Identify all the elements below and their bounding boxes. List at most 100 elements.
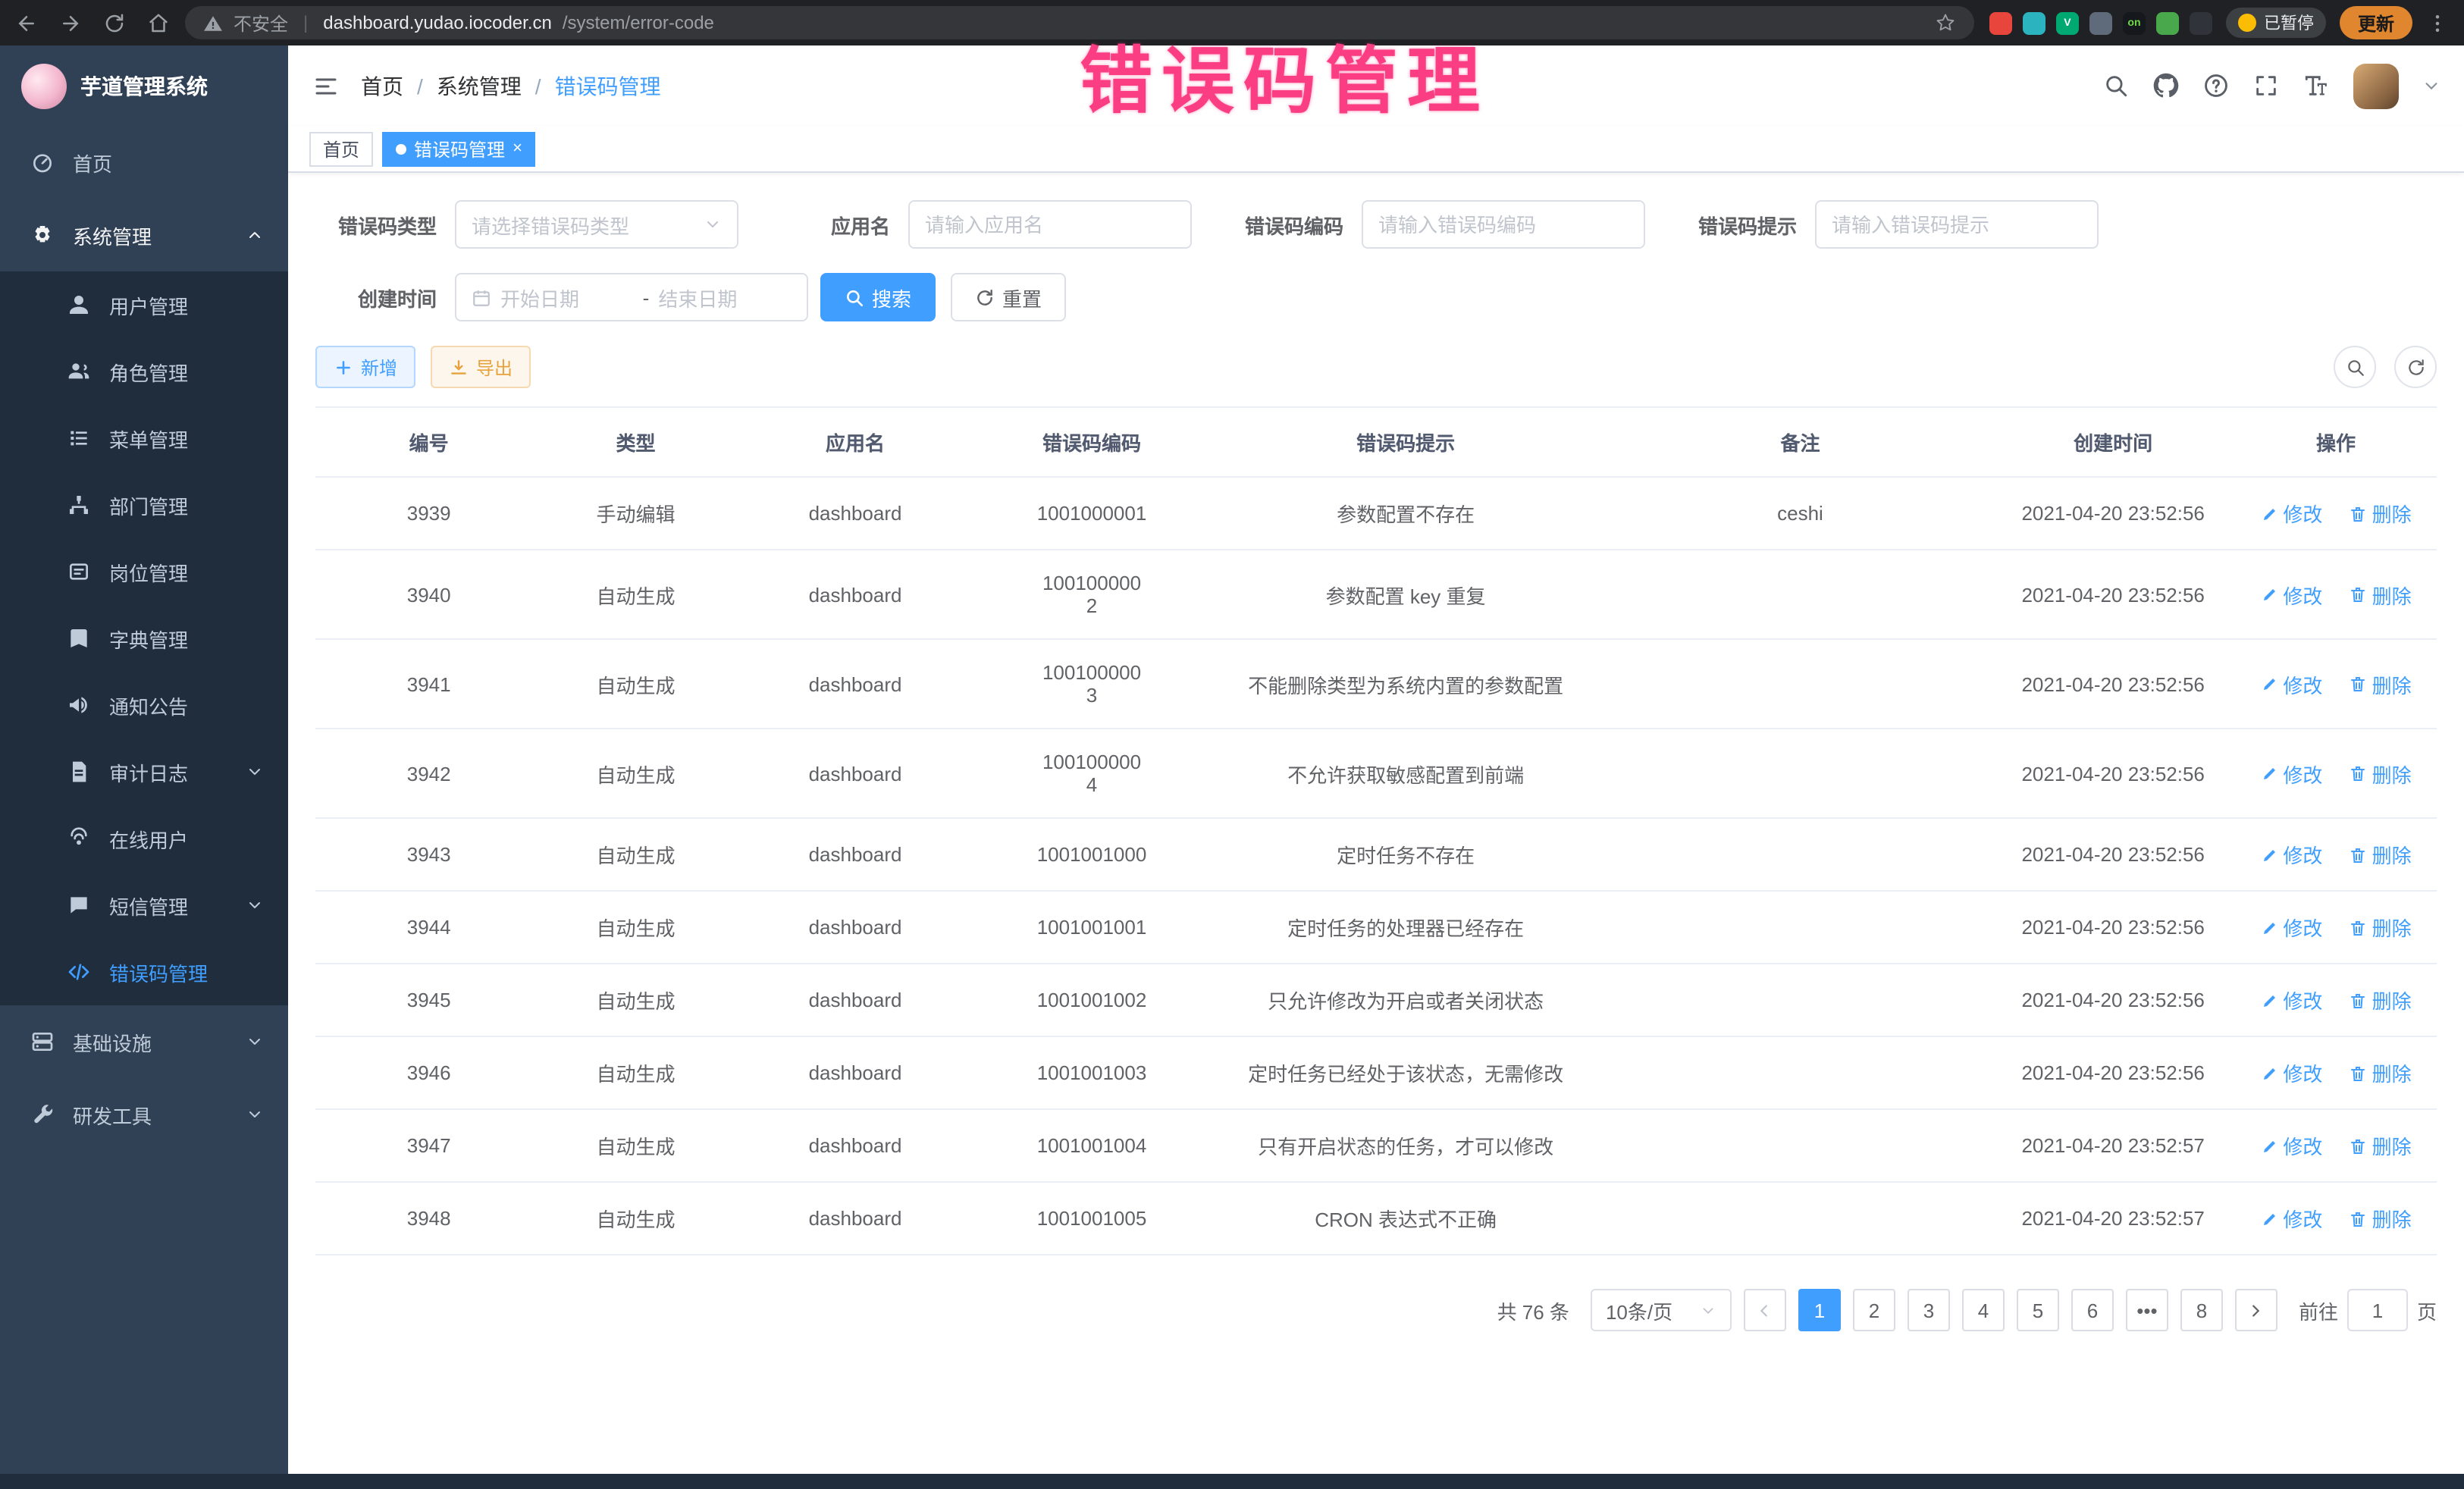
edit-link[interactable]: 修改 (2260, 580, 2322, 609)
breadcrumb-item[interactable]: 首页 (361, 71, 403, 101)
caret-down-icon[interactable] (2423, 77, 2440, 94)
sidebar-item-dept[interactable]: 部门管理 (0, 472, 288, 538)
delete-link[interactable]: 删除 (2350, 986, 2412, 1014)
edit-link[interactable]: 修改 (2260, 499, 2322, 528)
delete-link[interactable]: 删除 (2350, 759, 2412, 788)
hamburger-icon[interactable] (312, 72, 340, 99)
cell-error-hint: 定时任务已经处于该状态，无需修改 (1202, 1036, 1610, 1109)
sidebar-item-audit-log[interactable]: 审计日志 (0, 738, 288, 805)
address-bar[interactable]: 不安全 | dashboard.yudao.iocoder.cn/system/… (185, 6, 1974, 39)
sidebar-item-notice[interactable]: 通知公告 (0, 672, 288, 738)
edit-link[interactable]: 修改 (2260, 1131, 2322, 1160)
app-logo[interactable]: 芋道管理系统 (0, 45, 288, 126)
delete-link[interactable]: 删除 (2350, 840, 2412, 869)
delete-link[interactable]: 删除 (2350, 499, 2412, 528)
user-avatar[interactable] (2353, 63, 2399, 108)
page-number-button[interactable]: 5 (2017, 1289, 2059, 1331)
delete-link[interactable]: 删除 (2350, 1058, 2412, 1087)
sidebar-item-dev-tools[interactable]: 研发工具 (0, 1078, 288, 1151)
page-number-button[interactable]: 3 (1908, 1289, 1950, 1331)
next-page-button[interactable] (2235, 1289, 2277, 1331)
sidebar-item-home[interactable]: 首页 (0, 126, 288, 199)
back-icon[interactable] (15, 11, 38, 34)
page-size-select[interactable]: 10条/页 (1591, 1289, 1732, 1331)
megaphone-icon (67, 693, 91, 717)
breadcrumb-item[interactable]: 系统管理 (437, 71, 522, 101)
edit-link-label: 修改 (2283, 580, 2322, 609)
help-icon[interactable] (2203, 73, 2229, 99)
goto-page-input[interactable] (2347, 1289, 2408, 1331)
search-icon[interactable] (2103, 73, 2129, 99)
sidebar-item-dict[interactable]: 字典管理 (0, 605, 288, 672)
page-size-value: 10条/页 (1606, 1296, 1672, 1324)
page-number-button[interactable]: 4 (1962, 1289, 2005, 1331)
browser-menu-icon[interactable] (2426, 11, 2449, 34)
date-range-picker[interactable]: 开始日期 - 结束日期 (455, 273, 808, 321)
bookmark-star-icon[interactable] (1935, 12, 1956, 33)
delete-link[interactable]: 删除 (2350, 669, 2412, 698)
font-size-icon[interactable] (2303, 73, 2329, 99)
edit-link[interactable]: 修改 (2260, 1204, 2322, 1233)
total-count: 共 76 条 (1497, 1296, 1569, 1324)
add-button[interactable]: 新增 (315, 346, 415, 388)
gear-icon (30, 223, 55, 247)
refresh-icon[interactable] (2394, 346, 2437, 388)
delete-link[interactable]: 删除 (2350, 913, 2412, 942)
error-code-input[interactable] (1378, 213, 1629, 236)
extension-grid-icon[interactable] (2089, 11, 2112, 34)
cell-id: 3948 (315, 1182, 542, 1255)
error-hint-input[interactable] (1832, 213, 2082, 236)
page-number-button[interactable]: 2 (1853, 1289, 1895, 1331)
extension-puzzle-icon[interactable] (2190, 11, 2212, 34)
edit-link[interactable]: 修改 (2260, 913, 2322, 942)
sidebar-item-online-user[interactable]: 在线用户 (0, 805, 288, 872)
delete-link[interactable]: 删除 (2350, 1204, 2412, 1233)
extension-green-v-icon[interactable]: V (2056, 11, 2079, 34)
tag-close-icon[interactable]: × (513, 140, 522, 157)
reset-button[interactable]: 重置 (951, 273, 1066, 321)
dashboard-icon (30, 150, 55, 174)
extension-on-icon[interactable]: on (2123, 11, 2146, 34)
page-number-button[interactable]: 6 (2071, 1289, 2114, 1331)
sidebar-item-error-code[interactable]: 错误码管理 (0, 939, 288, 1005)
toggle-search-icon[interactable] (2334, 346, 2376, 388)
edit-link[interactable]: 修改 (2260, 986, 2322, 1014)
view-tag[interactable]: 首页 (309, 131, 373, 166)
edit-link[interactable]: 修改 (2260, 840, 2322, 869)
cell-id: 3947 (315, 1109, 542, 1182)
app-name-input[interactable] (925, 213, 1175, 236)
edit-link[interactable]: 修改 (2260, 759, 2322, 788)
view-tag[interactable]: 错误码管理× (382, 131, 536, 166)
github-icon[interactable] (2153, 73, 2179, 99)
delete-link[interactable]: 删除 (2350, 1131, 2412, 1160)
edit-link-label: 修改 (2283, 986, 2322, 1014)
sidebar-item-sms[interactable]: 短信管理 (0, 872, 288, 939)
error-type-select[interactable]: 请选择错误码类型 (455, 200, 738, 249)
extension-teal-icon[interactable] (2023, 11, 2045, 34)
error-code-table: 编号类型应用名错误码编码错误码提示备注创建时间操作 3939 手动编辑 dash… (315, 406, 2437, 1255)
page-number-button[interactable]: 8 (2180, 1289, 2223, 1331)
sidebar-item-system[interactable]: 系统管理 (0, 199, 288, 271)
edit-link[interactable]: 修改 (2260, 1058, 2322, 1087)
sidebar-item-infra[interactable]: 基础设施 (0, 1005, 288, 1078)
delete-link[interactable]: 删除 (2350, 580, 2412, 609)
sidebar-item-post[interactable]: 岗位管理 (0, 538, 288, 605)
sidebar-item-user[interactable]: 用户管理 (0, 271, 288, 338)
prev-page-button[interactable] (1744, 1289, 1786, 1331)
export-button[interactable]: 导出 (431, 346, 531, 388)
sidebar-item-role[interactable]: 角色管理 (0, 338, 288, 405)
sidebar-item-menu[interactable]: 菜单管理 (0, 405, 288, 472)
paused-badge[interactable]: 已暂停 (2226, 8, 2326, 38)
cell-error-code: 1001001004 (982, 1109, 1202, 1182)
edit-link[interactable]: 修改 (2260, 669, 2322, 698)
page-number-button[interactable]: 1 (1798, 1289, 1841, 1331)
forward-icon[interactable] (59, 11, 82, 34)
page-ellipsis[interactable]: ••• (2126, 1289, 2168, 1331)
extension-leaf-icon[interactable] (2156, 11, 2179, 34)
extension-red-icon[interactable] (1989, 11, 2012, 34)
search-button[interactable]: 搜索 (820, 273, 936, 321)
browser-update-button[interactable]: 更新 (2340, 6, 2412, 39)
fullscreen-icon[interactable] (2253, 73, 2279, 99)
home-icon[interactable] (147, 11, 170, 34)
reload-icon[interactable] (103, 11, 126, 34)
